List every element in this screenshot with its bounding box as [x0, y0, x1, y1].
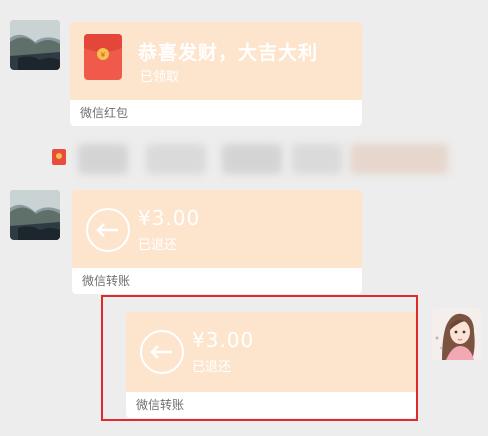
highlight-box — [101, 295, 418, 421]
red-packet-status: 已领取 — [140, 70, 180, 85]
transfer-return-icon — [86, 208, 130, 252]
contact-avatar[interactable] — [10, 190, 60, 240]
transfer-status: 已退还 — [138, 238, 178, 253]
transfer-message[interactable]: ¥3.00 已退还 微信转账 — [72, 190, 362, 294]
landscape-avatar-image — [10, 20, 60, 70]
red-packet-icon: ¥ — [84, 34, 122, 80]
transfer-footer: 微信转账 — [72, 268, 362, 294]
svg-text:¥: ¥ — [101, 51, 106, 59]
contact-avatar[interactable] — [10, 20, 60, 70]
girl-avatar-image — [432, 308, 482, 360]
red-packet-footer: 微信红包 — [70, 100, 362, 126]
red-packet-small-icon — [52, 149, 66, 165]
landscape-avatar-image — [10, 190, 60, 240]
red-packet-notice — [50, 140, 448, 176]
self-avatar[interactable] — [432, 308, 482, 360]
transfer-amount: ¥3.00 — [138, 206, 201, 230]
red-packet-title: 恭喜发财，大吉大利 — [138, 42, 319, 64]
red-packet-message[interactable]: ¥ 恭喜发财，大吉大利 已领取 微信红包 — [70, 22, 362, 126]
